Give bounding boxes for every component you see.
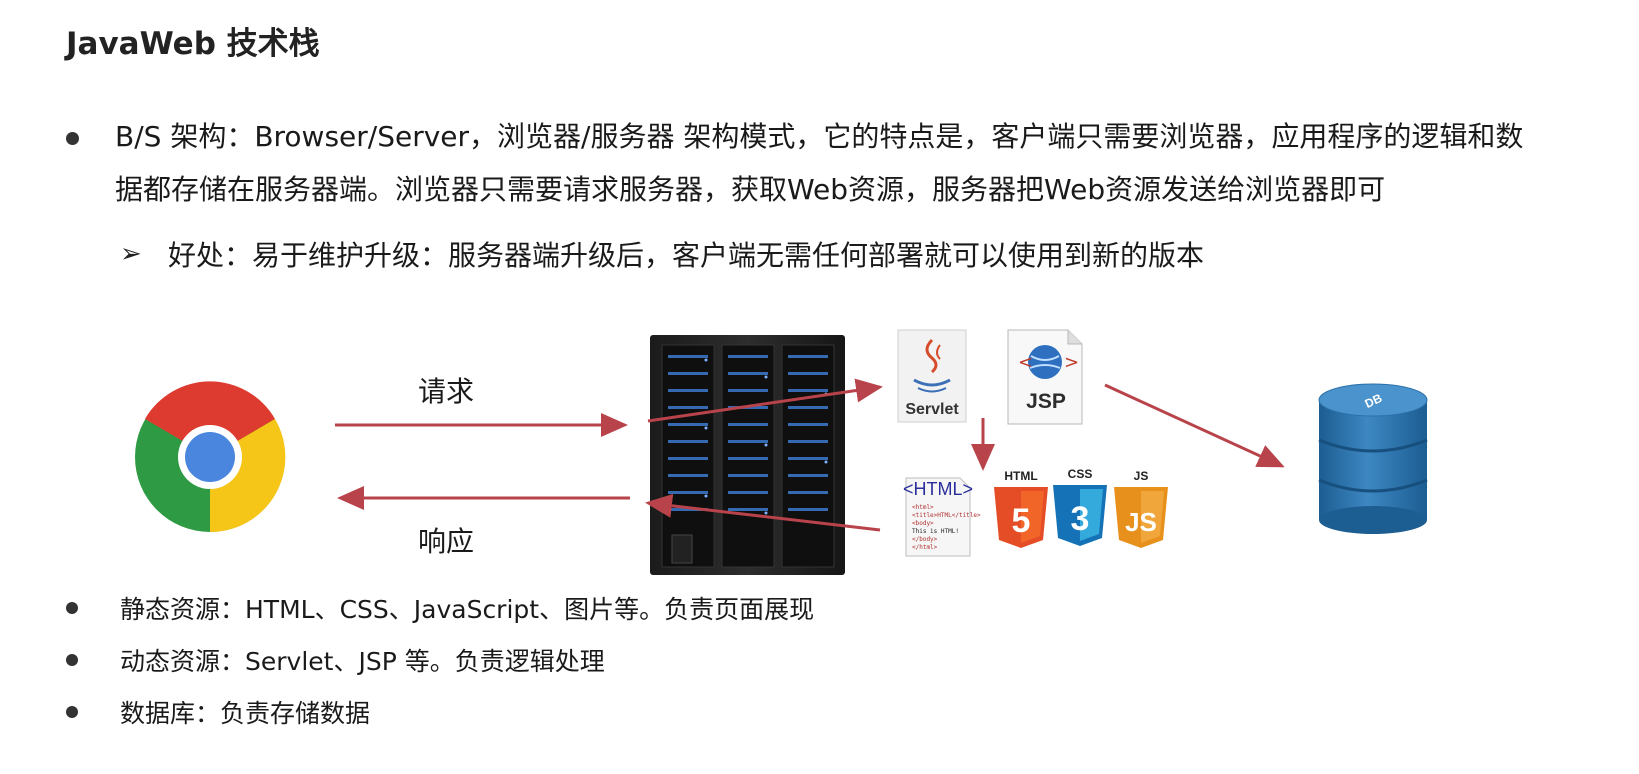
css3-number: 3 xyxy=(1071,500,1090,538)
js-label: JS xyxy=(1134,469,1149,483)
jsp-label: JSP xyxy=(1026,390,1066,413)
chrome-browser-icon xyxy=(135,381,286,533)
database-icon: DB xyxy=(1318,383,1428,534)
bullet-dot xyxy=(66,654,78,666)
jsp-file-icon: < > JSP xyxy=(1007,329,1083,425)
static-resources-bullet: 静态资源：HTML、CSS、JavaScript、图片等。负责页面展现 xyxy=(66,590,814,626)
html-snippet-line: </html> xyxy=(912,544,938,551)
css3-icon: CSS 3 xyxy=(1053,467,1107,546)
bullet-dot xyxy=(66,706,78,718)
server-rack-icon xyxy=(650,335,845,575)
js-mark: JS xyxy=(1125,507,1157,537)
bullet-dot xyxy=(66,602,78,614)
html5-icon: HTML 5 xyxy=(994,469,1048,548)
bullet-text: 静态资源：HTML、CSS、JavaScript、图片等。负责页面展现 xyxy=(120,595,815,624)
dynamic-resources-bullet: 动态资源：Servlet、JSP 等。负责逻辑处理 xyxy=(66,642,605,678)
database-bullet: 数据库：负责存储数据 xyxy=(66,694,370,730)
html-file-icon: <HTML> <html> <title>HTML</title> <body>… xyxy=(903,477,981,557)
html5-number: 5 xyxy=(1012,502,1031,540)
servlet-icon: Servlet xyxy=(897,329,967,423)
html-snippet-line: </body> xyxy=(912,536,938,543)
javascript-icon: JS JS xyxy=(1114,469,1168,548)
html-snippet-line: <body> xyxy=(912,520,934,527)
response-label: 响应 xyxy=(418,525,475,558)
request-label: 请求 xyxy=(418,375,475,408)
svg-text:<: < xyxy=(1018,352,1033,373)
svg-text:>: > xyxy=(1064,352,1079,373)
bullet-text: 数据库：负责存储数据 xyxy=(120,699,371,728)
html-tag-label: <HTML> xyxy=(903,479,973,499)
bullet-text: 动态资源：Servlet、JSP 等。负责逻辑处理 xyxy=(120,647,605,676)
html5-label: HTML xyxy=(1004,469,1037,483)
html-snippet-line: <html> xyxy=(912,504,934,511)
html-snippet-line: <title>HTML</title> xyxy=(912,512,981,519)
css3-label: CSS xyxy=(1068,467,1093,481)
html-snippet-line: This is HTML! xyxy=(912,528,959,535)
servlet-label: Servlet xyxy=(905,401,959,418)
jsp-to-db-arrow xyxy=(1104,383,1285,468)
